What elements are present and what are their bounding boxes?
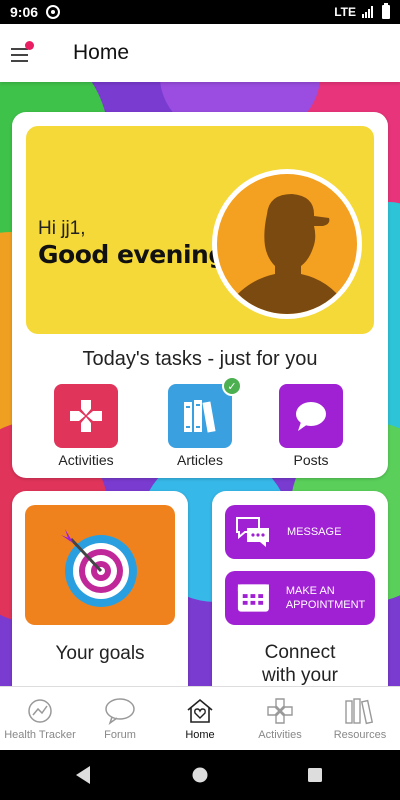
task-label: Posts [293,452,329,468]
nav-activities[interactable]: Activities [240,687,320,750]
back-icon[interactable] [76,766,90,784]
message-label: MESSAGE [287,526,342,538]
connect-card: MESSAGE MAKE AN APPOINTMENT Connect with… [212,491,388,701]
app-bar: Home [0,24,400,82]
task-label: Articles [177,452,223,468]
health-tracker-icon [28,699,52,723]
forum-icon [105,698,135,725]
nav-forum[interactable]: Forum [80,687,160,750]
target-icon [61,529,137,607]
user-silhouette-icon [229,194,345,314]
page-title: Home [73,41,130,64]
message-button[interactable]: MESSAGE [225,505,375,559]
resources-icon [345,698,374,725]
system-navigation-bar [0,750,400,800]
home-heart-icon [187,698,213,723]
notification-dot [25,41,34,50]
status-bar: 9:06 LTE [0,0,400,24]
task-activities[interactable]: Activities [38,384,134,468]
task-posts[interactable]: Posts [263,384,359,468]
task-articles[interactable]: ✓ Articles [152,376,248,468]
nav-resources[interactable]: Resources [320,687,400,750]
battery-icon [382,3,390,19]
nav-home[interactable]: Home [160,687,240,750]
avatar[interactable] [212,169,362,319]
goals-tile[interactable] [25,505,175,625]
bottom-navigation: Health Tracker Forum Home Activities Res… [0,686,400,750]
home-system-icon[interactable] [192,767,208,783]
appointment-button[interactable]: MAKE AN APPOINTMENT [225,571,375,625]
connect-label: Connect with your [261,642,339,686]
nav-label: Resources [333,729,387,741]
greeting-card: Hi jj1, Good evening Today's tasks - jus… [12,112,388,478]
activities-tile[interactable] [54,384,118,448]
greeting-panel: Hi jj1, Good evening [26,126,374,334]
gamepad-icon [70,400,102,432]
nav-label: Forum [104,729,136,741]
nav-label: Activities [258,729,302,741]
at-notification-icon [46,5,61,19]
appointment-label: MAKE AN APPOINTMENT [285,585,366,611]
books-icon [184,400,216,433]
chat-icon [236,517,269,547]
activities-icon [267,698,293,724]
goals-label: Your goals [55,643,145,664]
calendar-icon [237,584,269,612]
speech-bubble-icon [296,402,326,431]
nav-label: Home [185,729,215,741]
nav-health-tracker[interactable]: Health Tracker [0,687,80,750]
greeting-hi: Hi jj1, [38,218,86,239]
task-label: Activities [58,452,114,468]
nav-label: Health Tracker [4,729,76,741]
menu-button[interactable] [8,35,44,71]
recents-icon[interactable] [308,768,322,782]
goals-card[interactable]: Your goals [12,491,188,701]
greeting-message: Good evening [38,240,226,269]
status-time: 9:06 [10,4,39,20]
posts-tile[interactable] [279,384,343,448]
tasks-title: Today's tasks - just for you [82,348,318,370]
completed-check-icon: ✓ [222,376,242,396]
signal-icon [362,6,376,18]
articles-tile[interactable]: ✓ [168,376,242,448]
network-type: LTE [334,5,356,19]
